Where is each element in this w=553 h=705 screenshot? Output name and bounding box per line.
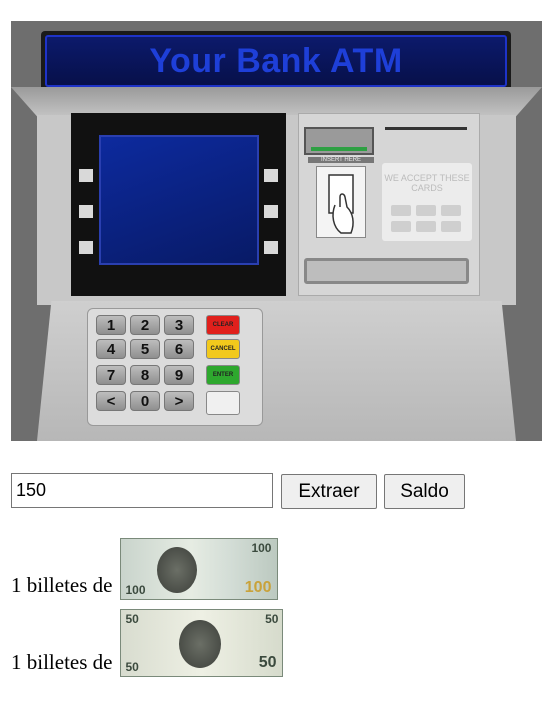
50-dollar-bill-image: 50 50 50 50 xyxy=(120,609,284,677)
atm-side-button xyxy=(79,241,93,254)
amount-input[interactable] xyxy=(11,473,273,508)
insert-here-label: INSERT HERE xyxy=(308,157,374,163)
atm-keypad: 1 2 3 4 5 6 7 8 9 < 0 > CLEAR CANCEL ENT… xyxy=(87,308,263,426)
clear-key: CLEAR xyxy=(206,315,240,335)
atm-side-button xyxy=(264,241,278,254)
atm-sign-text: Your Bank ATM xyxy=(149,41,403,80)
keypad-key: 8 xyxy=(130,365,160,385)
cash-dispenser-slot xyxy=(304,258,469,284)
card-insert-icon xyxy=(316,166,366,238)
card-slot-indicator xyxy=(311,147,367,151)
atm-illustration: Your Bank ATM INSERT HERE WE ACCEPT THES… xyxy=(11,21,542,441)
card-logo-icon xyxy=(441,205,461,216)
keypad-key: < xyxy=(96,391,126,411)
keypad-key: 2 xyxy=(130,315,160,335)
atm-side-button xyxy=(264,205,278,218)
keypad-key: 1 xyxy=(96,315,126,335)
keypad-key: 7 xyxy=(96,365,126,385)
enter-key: ENTER xyxy=(206,365,240,385)
bill-denomination: 50 xyxy=(258,654,277,671)
receipt-slot-line xyxy=(385,127,467,130)
keypad-key: 0 xyxy=(130,391,160,411)
blank-key xyxy=(206,391,240,415)
atm-side-button xyxy=(79,169,93,182)
result-text: 1 billetes de xyxy=(11,573,113,597)
accepted-cards-label: WE ACCEPT THESE CARDS xyxy=(384,173,470,193)
result-line: 1 billetes de 50 50 50 50 xyxy=(11,609,284,677)
atm-side-button xyxy=(264,169,278,182)
card-logo-icon xyxy=(416,205,436,216)
atm-sign: Your Bank ATM xyxy=(45,35,507,87)
keypad-key: > xyxy=(164,391,194,411)
keypad-key: 5 xyxy=(130,339,160,359)
atm-side-button xyxy=(79,205,93,218)
bill-denomination: 100 xyxy=(125,583,146,597)
card-logo-icon xyxy=(441,221,461,232)
extraer-button[interactable]: Extraer xyxy=(281,474,377,509)
100-dollar-bill-image: 100 100 100 xyxy=(120,538,279,600)
card-logo-icon xyxy=(391,205,411,216)
bill-denomination: 100 xyxy=(244,579,272,596)
result-text: 1 billetes de xyxy=(11,650,113,674)
keypad-key: 4 xyxy=(96,339,126,359)
atm-screen xyxy=(99,135,259,265)
keypad-key: 6 xyxy=(164,339,194,359)
bill-portrait xyxy=(179,620,222,668)
bill-denomination: 100 xyxy=(251,541,272,555)
bill-denomination: 50 xyxy=(125,660,139,674)
card-logo-icon xyxy=(416,221,436,232)
bill-denomination: 50 xyxy=(125,612,139,626)
saldo-button[interactable]: Saldo xyxy=(384,474,465,509)
card-logo-icon xyxy=(391,221,411,232)
bill-denomination: 50 xyxy=(265,612,279,626)
keypad-key: 9 xyxy=(164,365,194,385)
result-line: 1 billetes de 100 100 100 xyxy=(11,538,279,600)
cancel-key: CANCEL xyxy=(206,339,240,359)
keypad-key: 3 xyxy=(164,315,194,335)
bill-portrait xyxy=(157,547,198,593)
